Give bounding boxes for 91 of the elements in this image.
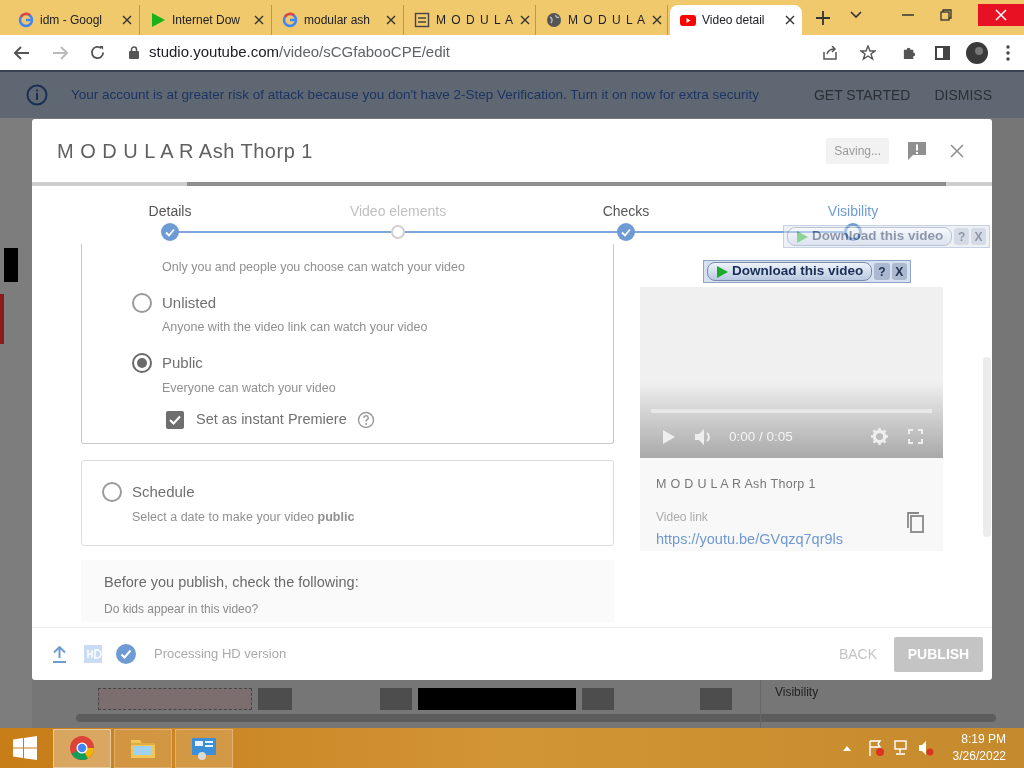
network-icon[interactable] (892, 740, 909, 756)
banner-message: Your account is at greater risk of attack because you don't have 2-Step Verification. Turn it on now for extra security (71, 85, 759, 104)
play-button-icon (680, 12, 696, 28)
check-circle-icon[interactable] (161, 223, 179, 241)
close-button[interactable]: X (891, 263, 907, 280)
address-field[interactable]: studio.youtube.com/video/sCGfabooCPE/edit (117, 38, 800, 67)
star-icon[interactable] (860, 44, 876, 61)
option-label: Public (162, 353, 203, 373)
g-logo-icon (282, 12, 298, 28)
taskbar-button[interactable] (53, 728, 111, 768)
close-icon[interactable] (519, 15, 530, 25)
timeline-frame (258, 688, 292, 710)
sidebar-marker (4, 248, 18, 282)
chrome-logo-icon (69, 735, 95, 761)
help-button[interactable]: ? (874, 263, 890, 280)
video-title: M O D U L A R Ash Thorp 1 (656, 476, 816, 493)
copy-icon[interactable] (905, 510, 925, 534)
reload-icon[interactable] (90, 45, 105, 60)
check-circle-icon[interactable] (116, 644, 136, 664)
close-icon[interactable] (254, 15, 264, 25)
step-label[interactable]: Checks (602, 201, 650, 222)
close-icon (995, 9, 1007, 21)
forward-arrow-icon[interactable] (52, 45, 68, 60)
step-circle-icon[interactable] (389, 223, 407, 241)
window-close-button[interactable] (978, 4, 1024, 26)
option-description: Everyone can watch your video (162, 379, 337, 397)
help-icon[interactable] (356, 411, 375, 430)
close-icon[interactable] (386, 15, 396, 25)
option-description: Select a date to make your video public (132, 508, 356, 526)
close-icon[interactable] (651, 15, 662, 25)
checkbox-label: Set as instant Premiere (196, 410, 347, 430)
play-icon[interactable] (662, 428, 676, 445)
play-icon (150, 12, 166, 28)
step-label[interactable]: Details (148, 201, 192, 222)
clock-date: 3/26/2022 (952, 748, 1006, 765)
avatar-icon[interactable] (966, 41, 988, 64)
chevron-down-icon[interactable] (850, 11, 862, 19)
document-icon (414, 12, 430, 28)
play-icon (716, 264, 729, 279)
globe-icon (546, 12, 562, 28)
timeline-frame (700, 688, 732, 710)
share-icon[interactable] (822, 45, 838, 60)
option-description: Anyone with the video link can watch your video (162, 319, 429, 337)
info-icon (26, 84, 48, 106)
option-label: Unlisted (162, 292, 217, 313)
back-arrow-icon[interactable] (14, 45, 30, 60)
side-panel-icon[interactable] (935, 45, 950, 60)
windows-logo-icon[interactable] (13, 736, 37, 760)
dialog-title: M O D U L A R Ash Thorp 1 (57, 138, 313, 164)
caret-up-icon[interactable] (842, 745, 851, 751)
close-icon[interactable] (122, 15, 132, 25)
taskbar-button[interactable] (114, 728, 172, 768)
link-label: Video link (656, 508, 708, 526)
sidebar-marker (0, 294, 4, 344)
timeline-frame (582, 688, 614, 710)
checkbox[interactable] (166, 411, 184, 430)
flag-icon[interactable] (867, 740, 884, 756)
checklist-question: Do kids appear in this video? (104, 601, 260, 618)
play-icon (796, 229, 809, 244)
check-circle-icon[interactable] (617, 223, 635, 241)
time-display: 0:00 / 0:05 (729, 427, 793, 446)
saving-status: Saving... (826, 137, 889, 164)
plus-icon[interactable] (816, 11, 830, 25)
feedback-icon[interactable] (907, 140, 927, 161)
close-icon[interactable] (785, 15, 795, 25)
radio-button[interactable] (132, 353, 152, 374)
upload-icon[interactable] (52, 645, 67, 663)
g-logo-icon (18, 12, 34, 28)
settings-icon[interactable] (871, 428, 888, 446)
section-label: Visibility (775, 684, 819, 701)
radio-button[interactable] (102, 482, 122, 503)
puzzle-icon[interactable] (902, 45, 917, 60)
taskbar-button[interactable] (175, 728, 233, 768)
checklist-title: Before you publish, check the following: (104, 573, 360, 593)
url-text: studio.youtube.com/video/sCGfabooCPE/edit (149, 42, 450, 63)
radio-button[interactable] (132, 293, 152, 313)
restore-icon[interactable] (940, 9, 952, 21)
control-panel-icon (191, 735, 217, 761)
checkmark-icon (168, 413, 182, 428)
lock-icon (129, 46, 139, 59)
clock-time: 8:19 PM (961, 731, 1006, 748)
minimize-icon[interactable] (902, 13, 914, 17)
browser-tab[interactable]: Video detail (670, 5, 802, 35)
more-icon[interactable] (1006, 44, 1010, 61)
option-label: Schedule (132, 482, 195, 502)
speaker-muted-icon[interactable] (917, 740, 934, 756)
fullscreen-icon[interactable] (908, 429, 923, 445)
option-description: Only you and people you choose can watch your video (162, 259, 466, 276)
timeline-frame (380, 688, 412, 710)
download-button[interactable]: Download this video (707, 262, 873, 281)
processing-status: Processing HD version (154, 645, 287, 664)
